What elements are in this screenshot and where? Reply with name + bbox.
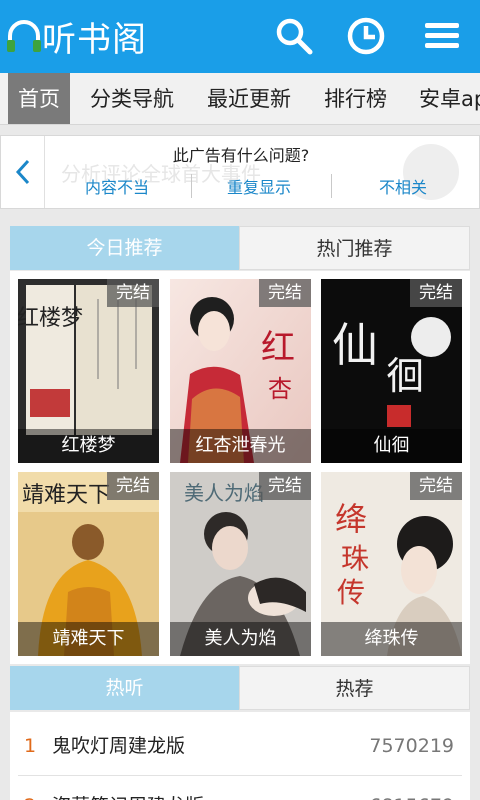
book-title: 绛珠传 [321, 622, 462, 656]
nav-item-android-app[interactable]: 安卓ap [409, 73, 480, 124]
book-card[interactable]: 仙 徊 完结 仙徊 [321, 279, 462, 463]
list-item[interactable]: 1 鬼吹灯周建龙版 7570219 [10, 716, 470, 776]
logo-text: 听书阁 [42, 19, 147, 60]
nav-item-recent-updates[interactable]: 最近更新 [197, 73, 301, 124]
listen-count: 6815679 [369, 776, 454, 800]
tab-hot-recommend[interactable]: 热门推荐 [239, 226, 470, 270]
nav-item-home[interactable]: 首页 [8, 73, 70, 124]
list-item-title: 鬼吹灯周建龙版 [52, 735, 186, 757]
status-badge: 完结 [259, 472, 311, 500]
rank-number: 1 [24, 735, 37, 757]
book-card[interactable]: 绛 珠 传 完结 绛珠传 [321, 472, 462, 656]
hot-tabs: 热听 热荐 [10, 666, 470, 710]
tab-hot-recommended[interactable]: 热荐 [239, 666, 470, 710]
tab-today-recommend[interactable]: 今日推荐 [10, 226, 239, 270]
svg-text:传: 传 [337, 576, 365, 609]
book-card[interactable]: 美人为焰 完结 美人为焰 [170, 472, 311, 656]
menu-icon[interactable] [418, 12, 466, 60]
search-icon[interactable] [270, 12, 318, 60]
status-badge: 完结 [107, 472, 159, 500]
status-badge: 完结 [259, 279, 311, 307]
app-logo[interactable]: 听书阁 [4, 10, 147, 62]
svg-text:红: 红 [261, 328, 295, 368]
listen-count: 7570219 [369, 735, 454, 757]
ad-option-divider [331, 174, 332, 198]
list-item[interactable]: 2 盗墓笔记周建龙版 6815679 [10, 776, 470, 800]
svg-text:杏: 杏 [268, 375, 292, 403]
status-badge: 完结 [410, 279, 462, 307]
status-badge: 完结 [410, 472, 462, 500]
book-card[interactable]: 红 杏 完结 红杏泄春光 [170, 279, 311, 463]
book-card[interactable]: 红楼梦 完结 红楼梦 [18, 279, 159, 463]
svg-text:美人为焰: 美人为焰 [184, 481, 264, 505]
book-grid: 红楼梦 完结 红楼梦 红 杏 完结 红杏泄春光 仙 徊 完结 仙徊 靖难天下 完… [10, 271, 470, 664]
book-title: 红楼梦 [18, 429, 159, 463]
svg-text:珠: 珠 [341, 542, 369, 575]
ad-feedback-title: 此广告有什么问题? [172, 146, 310, 165]
rank-number: 2 [24, 776, 36, 800]
list-item-title: 盗墓笔记周建龙版 [52, 776, 204, 800]
app-header: 听书阁 [0, 0, 480, 73]
ad-option-irrelevant[interactable]: 不相关 [379, 174, 427, 198]
book-title: 红杏泄春光 [170, 429, 311, 463]
hot-list: 1 鬼吹灯周建龙版 7570219 2 盗墓笔记周建龙版 6815679 [10, 712, 470, 800]
svg-text:徊: 徊 [386, 354, 424, 398]
ad-feedback-banner: 分析评论全球首大事件 此广告有什么问题? 内容不当 重复显示 不相关 [0, 135, 480, 209]
nav-item-categories[interactable]: 分类导航 [80, 73, 184, 124]
svg-text:仙: 仙 [332, 318, 378, 372]
cover-title-glyph: 红楼梦 [18, 306, 83, 331]
book-title: 美人为焰 [170, 622, 311, 656]
book-title: 仙徊 [321, 429, 462, 463]
recommend-tabs: 今日推荐 热门推荐 [10, 226, 470, 270]
history-clock-icon[interactable] [342, 12, 390, 60]
book-card[interactable]: 靖难天下 完结 靖难天下 [18, 472, 159, 656]
svg-text:绛: 绛 [335, 500, 367, 538]
nav-item-rankings[interactable]: 排行榜 [314, 73, 397, 124]
book-title: 靖难天下 [18, 622, 159, 656]
main-nav: 首页 分类导航 最近更新 排行榜 安卓ap [0, 73, 480, 125]
tab-hot-listen[interactable]: 热听 [10, 666, 239, 710]
svg-text:靖难天下: 靖难天下 [22, 483, 110, 508]
ad-option-divider [191, 174, 192, 198]
headphones-icon [4, 16, 44, 56]
ad-option-inappropriate[interactable]: 内容不当 [85, 174, 149, 198]
ad-option-repeated[interactable]: 重复显示 [227, 174, 291, 198]
status-badge: 完结 [107, 279, 159, 307]
